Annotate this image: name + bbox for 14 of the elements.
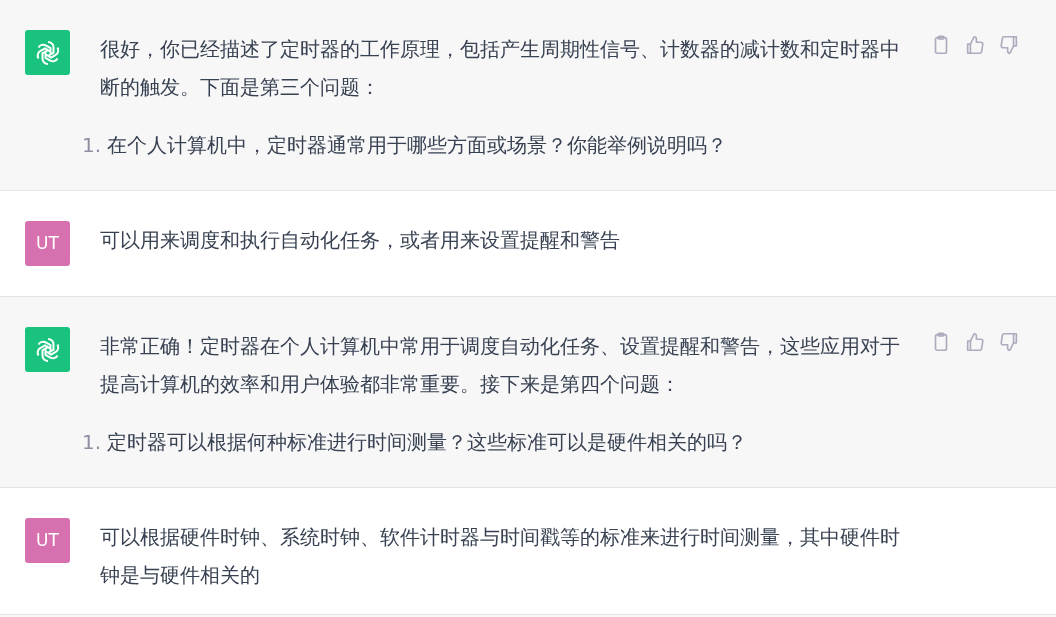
message-text: 非常正确！定时器在个人计算机中常用于调度自动化任务、设置提醒和警告，这些应用对于提高计算机的效率和用户体验都非常重要。接下来是第四个问题： xyxy=(100,333,900,398)
user-avatar: UT xyxy=(25,221,70,266)
list-number: 1. xyxy=(82,429,103,456)
list-number: 1. xyxy=(82,132,103,159)
list-item-text: 在个人计算机中，定时器通常用于哪些方面或场景？你能举例说明吗？ xyxy=(107,132,727,159)
thumbs-down-icon[interactable] xyxy=(998,331,1020,353)
message-text: 可以用来调度和执行自动化任务，或者用来设置提醒和警告 xyxy=(100,227,621,254)
user-avatar: UT xyxy=(25,518,70,563)
message-text: 很好，你已经描述了定时器的工作原理，包括产生周期性信号、计数器的减计数和定时器中断的触发。下面是第三个问题： xyxy=(100,36,900,101)
thumbs-up-icon[interactable] xyxy=(964,331,986,353)
list-item-text: 定时器可以根据何种标准进行时间测量？这些标准可以是硬件相关的吗？ xyxy=(107,429,747,456)
message-text: 可以根据硬件时钟、系统时钟、软件计时器与时间戳等的标准来进行时间测量，其中硬件时钟是与硬件相关的 xyxy=(100,524,900,589)
thumbs-up-icon[interactable] xyxy=(964,34,986,56)
thumbs-down-icon[interactable] xyxy=(998,34,1020,56)
